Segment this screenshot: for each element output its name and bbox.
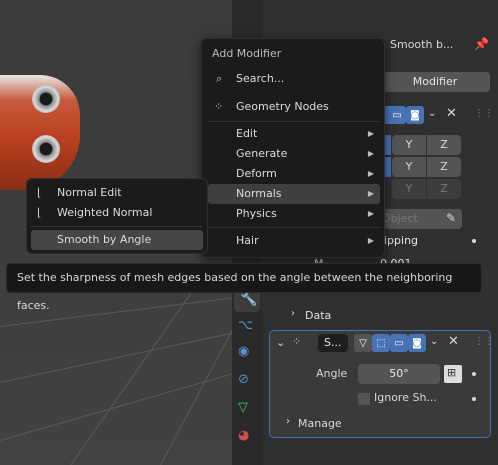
particles-icon: ⌥ [238,318,253,333]
menu-item-physics[interactable]: Physics ▶ [208,204,380,224]
camera-icon: ◙ [412,337,422,349]
geometry-nodes-icon: ⁘ [214,100,224,113]
submenu-arrow-icon: ▶ [367,209,374,218]
menu-search-label: Search... [236,72,285,85]
menu-item-normals[interactable]: Normals ▶ [208,184,380,204]
on-cage-toggle[interactable]: ▽ [354,334,372,352]
ignore-sharpness-checkbox[interactable] [358,393,370,405]
mesh-data-icon: ▽ [238,400,248,415]
menu-item-deform[interactable]: Deform ▶ [208,164,380,184]
tab-physics[interactable]: ◉ [238,344,256,362]
chevron-down-icon[interactable]: ⌄ [430,336,438,347]
viewport-toggle[interactable]: ▭ [388,106,406,124]
menu-title: Add Modifier [212,47,282,60]
car-model [0,75,80,190]
search-icon: ⌕ [216,72,223,85]
monitor-icon: ▭ [392,109,402,121]
submenu-arrow-icon: ▶ [367,169,374,178]
keyframe-dot[interactable] [472,397,476,401]
axis-y-toggle-row3[interactable]: Y [392,179,426,199]
add-modifier-button[interactable]: Modifier [380,72,490,92]
chevron-down-icon[interactable]: ⌄ [276,336,285,349]
pin-icon[interactable]: 📌 [474,37,489,51]
axis-y-toggle-row2[interactable]: Y [392,157,426,177]
chevron-right-icon[interactable]: › [286,416,290,427]
submenu-arrow-icon: ▶ [367,149,374,158]
edit-mode-icon: ⬚ [376,337,386,349]
axis-z-toggle-row1[interactable]: Z [427,135,461,155]
add-modifier-menu: Add Modifier ⌕ Search... ⁘ Geometry Node… [201,38,385,258]
wrench-icon: 🔧 [240,291,258,307]
axis-y-toggle-row1[interactable]: Y [392,135,426,155]
tab-data[interactable]: ▽ [238,400,256,418]
data-subpanel-label[interactable]: Data [305,309,331,322]
physics-icon: ◉ [238,344,250,359]
eyedropper-icon[interactable]: ✎ [446,211,456,225]
tooltip: Set the sharpness of mesh edges based on… [6,263,482,312]
angle-field[interactable]: 50° [358,364,440,384]
smooth-by-angle-modifier-panel: ⌄ ⁘ S... ▽ ⬚ ▭ ◙ ⌄ ✕ ⋮⋮ Angle 50° ⊞ Igno… [269,330,494,438]
weighted-normal-icon: ⌊ [37,206,42,219]
chevron-down-icon[interactable]: ⌄ [428,108,436,119]
chevron-right-icon[interactable]: › [291,308,295,319]
tab-constraints[interactable]: ⊘ [238,372,256,390]
menu-item-label: Generate [236,147,288,160]
menu-search-item[interactable]: ⌕ Search... [208,69,380,89]
menu-item-label: Deform [236,167,277,180]
axis-z-toggle-row3[interactable]: Z [427,179,461,199]
clipping-label: ipping [384,234,419,247]
triangle-icon: ▽ [359,337,367,349]
axis-z-toggle-row2[interactable]: Z [427,157,461,177]
keyframe-dot[interactable] [472,239,476,243]
input-attribute-toggle[interactable]: ⊞ [444,365,462,383]
submenu-item-smooth-by-angle[interactable]: Smooth by Angle [31,230,203,250]
render-toggle-2[interactable]: ◙ [408,334,426,352]
close-icon[interactable]: ✕ [446,106,457,121]
manage-subpanel-label[interactable]: Manage [298,417,342,430]
submenu-arrow-icon: ▶ [367,189,374,198]
drag-handle-icon[interactable]: ⋮⋮ [474,336,494,347]
submenu-item-label: Normal Edit [57,186,122,199]
ignore-sharpness-label: Ignore Sh... [374,391,437,404]
drag-handle-icon[interactable]: ⋮⋮ [474,108,494,119]
modifier-name-field[interactable]: S... [318,334,348,352]
material-icon: ◕ [238,428,250,443]
grid-icon: ⊞ [447,366,457,379]
menu-item-edit[interactable]: Edit ▶ [208,124,380,144]
close-icon[interactable]: ✕ [448,334,459,349]
menu-geometry-nodes[interactable]: ⁘ Geometry Nodes [208,97,380,117]
menu-geometry-nodes-label: Geometry Nodes [236,100,329,113]
menu-item-generate[interactable]: Generate ▶ [208,144,380,164]
menu-item-label: Edit [236,127,258,140]
viewport-toggle-2[interactable]: ▭ [390,334,408,352]
tab-particles[interactable]: ⌥ [238,318,256,336]
submenu-item-label: Weighted Normal [57,206,153,219]
submenu-item-weighted-normal[interactable]: ⌊ Weighted Normal [31,203,203,223]
submenu-item-normal-edit[interactable]: ⌊ Normal Edit [31,183,203,203]
constraints-icon: ⊘ [238,372,249,387]
geometry-nodes-icon: ⁘ [292,335,302,348]
keyframe-dot[interactable] [472,372,476,376]
monitor-icon: ▭ [394,337,404,349]
edit-mode-toggle-2[interactable]: ⬚ [372,334,390,352]
menu-item-label: Hair [236,234,259,247]
object-name: Smooth b... [390,38,454,51]
submenu-arrow-icon: ▶ [367,236,374,245]
normals-submenu: ⌊ Normal Edit ⌊ Weighted Normal Smooth b… [26,178,208,254]
submenu-arrow-icon: ▶ [367,129,374,138]
normal-edit-icon: ⌊ [37,186,42,199]
submenu-item-label: Smooth by Angle [57,233,152,246]
menu-item-hair[interactable]: Hair ▶ [208,231,380,251]
render-toggle[interactable]: ◙ [406,106,424,124]
menu-item-label: Physics [236,207,277,220]
menu-item-label: Normals [236,187,282,200]
angle-label: Angle [316,367,348,380]
camera-icon: ◙ [410,109,420,121]
tab-material[interactable]: ◕ [238,428,256,446]
